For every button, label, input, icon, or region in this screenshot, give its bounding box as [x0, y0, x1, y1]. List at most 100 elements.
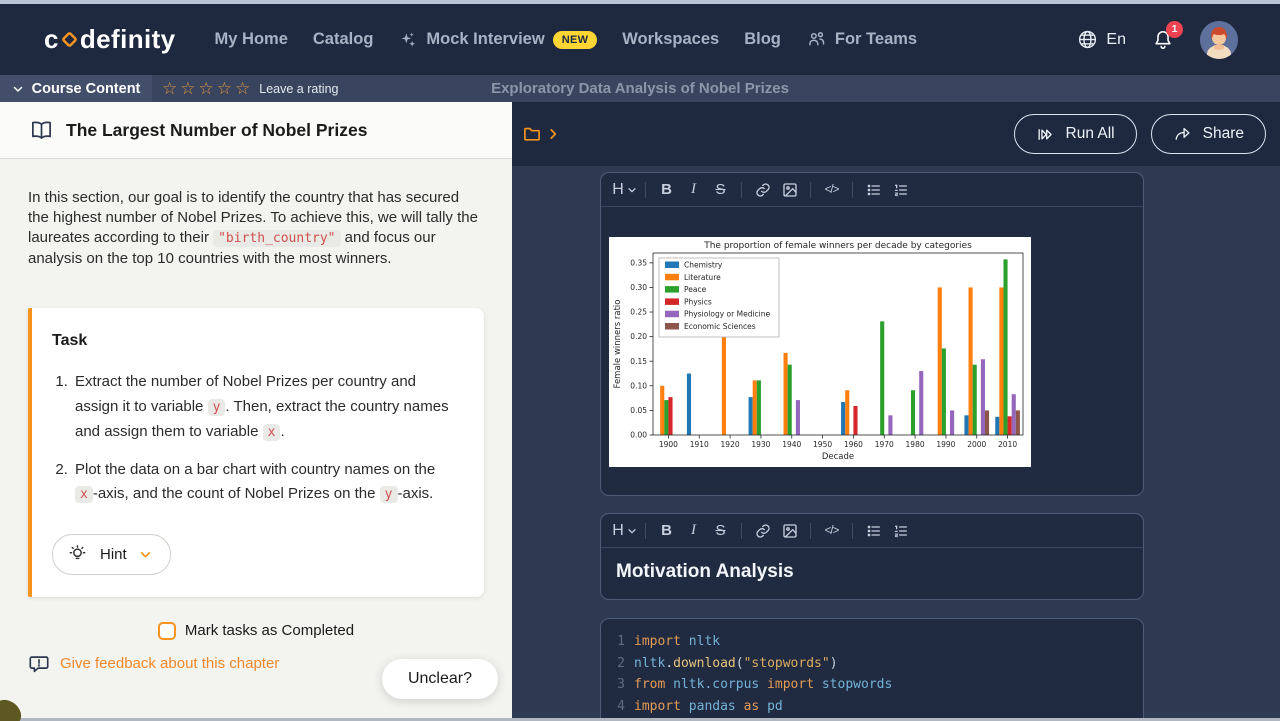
run-all-button[interactable]: Run All — [1014, 114, 1137, 154]
feedback-label: Give feedback about this chapter — [60, 655, 279, 672]
task-item: Extract the number of Nobel Prizes per c… — [72, 370, 460, 446]
svg-text:Physiology or Medicine: Physiology or Medicine — [684, 310, 770, 319]
markdown-toolbar: HBI S </> — [601, 173, 1143, 207]
star-icon[interactable]: ☆ — [235, 80, 250, 97]
rating-stars: ☆☆☆☆☆ — [162, 80, 250, 97]
toolbar-divider — [852, 182, 853, 198]
markdown-heading[interactable]: Motivation Analysis — [601, 548, 1143, 599]
toolbar-image-button[interactable] — [776, 518, 803, 544]
toolbar-link-button[interactable] — [749, 518, 776, 544]
nav-item-mock-interview[interactable]: Mock InterviewNEW — [398, 30, 597, 50]
notebook-panel: Run All Share HBIS</> The proportion of … — [512, 102, 1280, 718]
markdown-cell-chart: HBI S </> The proportion of female winners… — [600, 172, 1144, 496]
toolbar-italic-button[interactable]: I — [680, 177, 707, 203]
nav-item-my-home[interactable]: My Home — [215, 30, 288, 49]
nav-item-for-teams[interactable]: For Teams — [806, 29, 917, 50]
file-tree-toggle[interactable] — [522, 124, 560, 144]
logo-diamond-icon — [60, 30, 79, 49]
svg-text:The proportion of female winne: The proportion of female winners per dec… — [703, 241, 972, 251]
nav-item-blog[interactable]: Blog — [744, 30, 781, 49]
logo-text: definity — [80, 24, 176, 55]
run-all-label: Run All — [1066, 125, 1115, 143]
toolbar-italic-button[interactable]: I — [680, 518, 707, 544]
markdown-cell-heading: HBI S </> Motivation Analysis — [600, 513, 1144, 600]
chevron-right-icon — [546, 127, 560, 141]
svg-text:1930: 1930 — [751, 440, 770, 449]
inline-code: x — [75, 486, 93, 503]
star-icon[interactable]: ☆ — [217, 80, 232, 97]
svg-text:Peace: Peace — [684, 285, 707, 294]
chevron-down-icon — [12, 83, 24, 95]
toolbar-bullet-list-button[interactable] — [860, 177, 887, 203]
lesson-panel: The Largest Number of Nobel Prizes In th… — [0, 102, 512, 718]
page-title: The Largest Number of Nobel Prizes — [66, 120, 367, 141]
star-icon[interactable]: ☆ — [162, 80, 177, 97]
nav-item-catalog[interactable]: Catalog — [313, 30, 374, 49]
toolbar-ordered-list-button[interactable] — [887, 177, 914, 203]
toolbar-code-button[interactable]: </> — [818, 518, 845, 544]
line-number: 4 — [607, 696, 625, 718]
toolbar-heading-button[interactable]: H — [611, 518, 638, 544]
svg-text:1950: 1950 — [813, 440, 832, 449]
code-icon: </> — [825, 525, 839, 537]
course-bar: Exploratory Data Analysis of Nobel Prize… — [0, 75, 1280, 102]
notifications-button[interactable]: 1 — [1152, 29, 1174, 51]
code-line: 3from nltk.corpus import stopwords — [601, 674, 1143, 696]
toolbar-divider — [810, 523, 811, 539]
lesson-header: The Largest Number of Nobel Prizes — [0, 102, 512, 159]
toolbar-code-button[interactable]: </> — [818, 177, 845, 203]
star-icon[interactable]: ☆ — [180, 80, 195, 97]
bullet-list-icon — [866, 182, 882, 198]
unclear-button[interactable]: Unclear? — [382, 659, 498, 699]
toolbar-divider — [741, 523, 742, 539]
svg-text:1940: 1940 — [782, 440, 801, 449]
italic-icon: I — [691, 181, 696, 198]
course-content-menu[interactable]: Course Content — [0, 75, 152, 102]
toolbar-heading-button[interactable]: H — [611, 177, 638, 203]
code-cell[interactable]: 1import nltk2nltk.download("stopwords")3… — [600, 618, 1144, 718]
star-icon[interactable]: ☆ — [199, 80, 214, 97]
nav-item-label: My Home — [215, 30, 288, 49]
share-label: Share — [1203, 125, 1244, 143]
svg-text:2010: 2010 — [998, 440, 1017, 449]
hint-button[interactable]: Hint — [52, 534, 171, 575]
italic-icon: I — [691, 522, 696, 539]
toolbar-divider — [741, 182, 742, 198]
toolbar-bold-button[interactable]: B — [653, 177, 680, 203]
user-avatar[interactable] — [1200, 21, 1238, 59]
chart-container: The proportion of female winners per dec… — [601, 207, 1143, 495]
nav-item-label: Workspaces — [622, 30, 719, 49]
line-number: 2 — [607, 653, 625, 675]
mark-completed-checkbox[interactable] — [158, 622, 176, 640]
toolbar-link-button[interactable] — [749, 177, 776, 203]
strikethrough-icon: S — [715, 522, 725, 539]
toolbar-bold-button[interactable]: B — [653, 518, 680, 544]
toolbar-ordered-list-button[interactable] — [887, 518, 914, 544]
task-list: Extract the number of Nobel Prizes per c… — [72, 370, 460, 508]
toolbar-divider — [645, 523, 646, 539]
image-icon — [782, 523, 798, 539]
language-selector[interactable]: En — [1077, 29, 1126, 50]
task-item: Plot the data on a bar chart with countr… — [72, 458, 460, 508]
intro-paragraph: In this section, our goal is to identify… — [28, 188, 484, 269]
toolbar-strikethrough-button[interactable]: S — [707, 177, 734, 203]
lesson-body: In this section, our goal is to identify… — [0, 159, 512, 718]
markdown-toolbar: HBI S </> — [601, 514, 1143, 548]
toolbar-image-button[interactable] — [776, 177, 803, 203]
nav-item-workspaces[interactable]: Workspaces — [622, 30, 719, 49]
code-line: 2nltk.download("stopwords") — [601, 653, 1143, 675]
nav-links: My Home Catalog Mock InterviewNEW Workspace… — [190, 29, 918, 50]
ordered-list-icon — [893, 523, 909, 539]
nav-item-label: Mock Interview — [426, 30, 544, 49]
strikethrough-icon: S — [715, 181, 725, 198]
line-number: 3 — [607, 674, 625, 696]
share-button[interactable]: Share — [1151, 114, 1266, 154]
codefinity-logo[interactable]: c definity — [44, 24, 176, 55]
svg-text:0.05: 0.05 — [630, 406, 647, 415]
svg-text:0.25: 0.25 — [630, 308, 647, 317]
toolbar-bullet-list-button[interactable] — [860, 518, 887, 544]
toolbar-strikethrough-button[interactable]: S — [707, 518, 734, 544]
bullet-list-icon — [866, 523, 882, 539]
svg-text:1900: 1900 — [659, 440, 678, 449]
nav-item-label: For Teams — [835, 30, 917, 49]
